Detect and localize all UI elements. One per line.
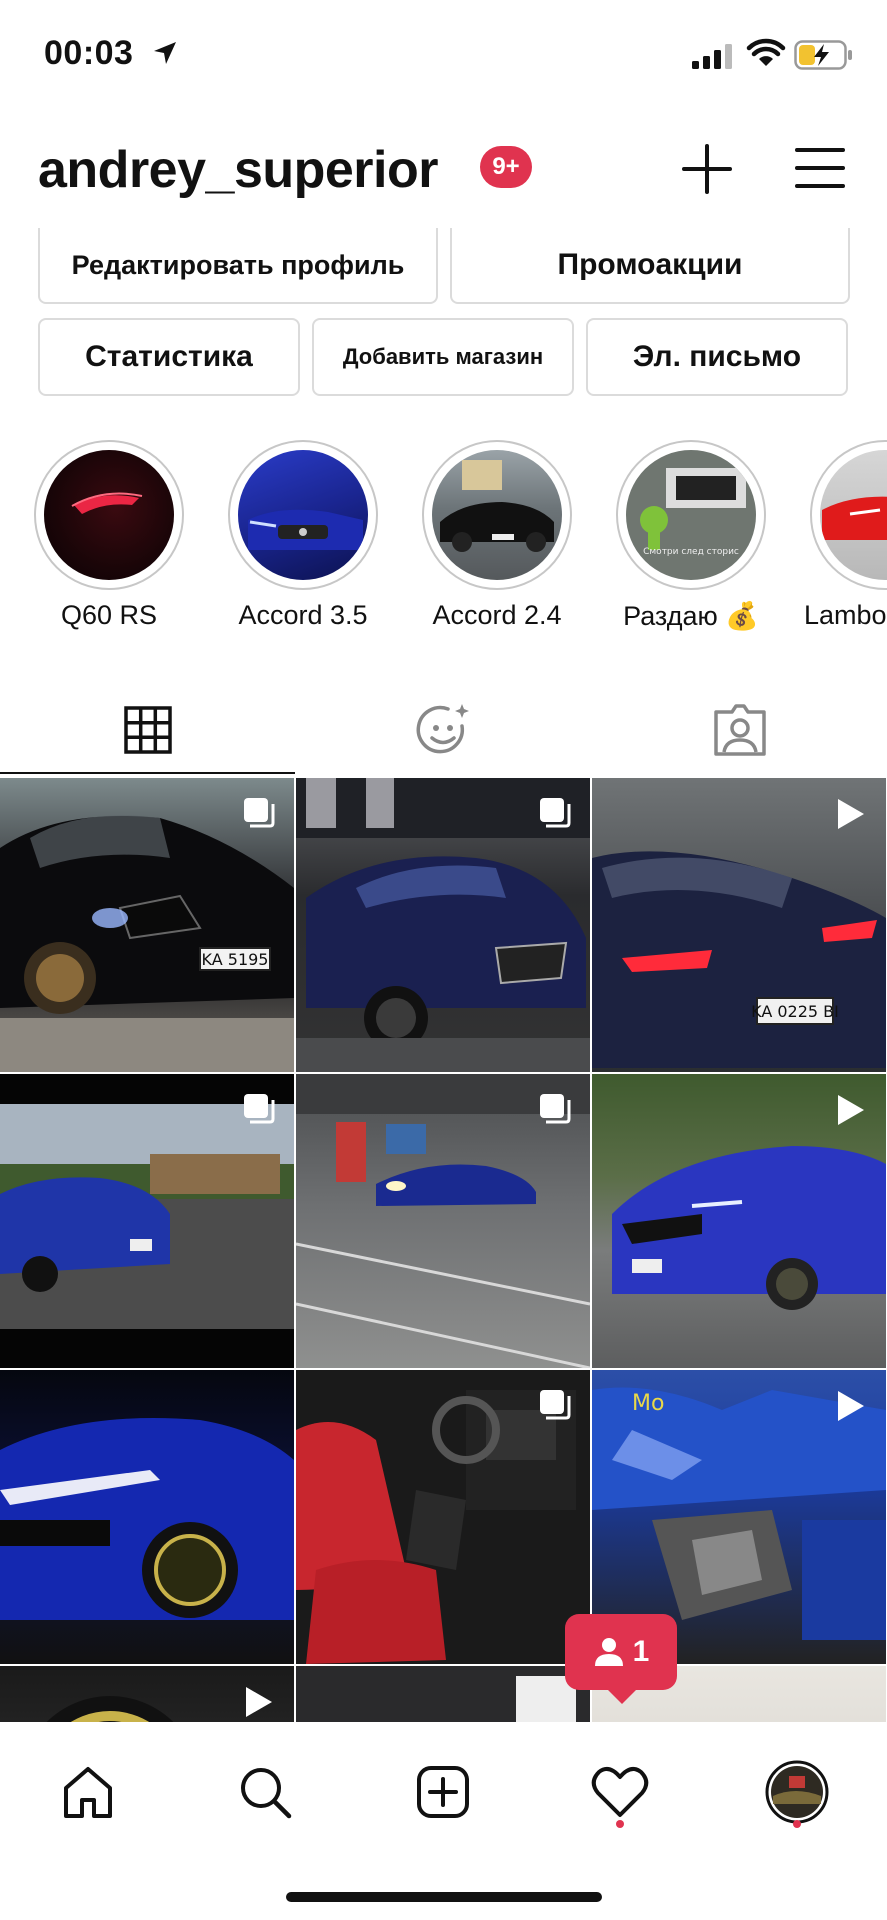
- video-play-icon: [246, 1687, 272, 1717]
- highlight-accord24[interactable]: Accord 2.4: [406, 440, 586, 640]
- new-followers-toast[interactable]: 1: [565, 1614, 677, 1690]
- nav-new-post[interactable]: [403, 1752, 483, 1832]
- toast-pointer: [606, 1688, 638, 1704]
- cellular-signal-icon: [692, 44, 732, 69]
- post-thumbnail[interactable]: [0, 1666, 294, 1728]
- bottom-navigation: [0, 1722, 887, 1920]
- highlight-giveaway[interactable]: Смотри след сторис Раздаю 💰: [600, 440, 780, 640]
- profile-avatar: [765, 1760, 829, 1824]
- username-title[interactable]: andrey_superior: [38, 140, 439, 200]
- highlight-ring: [34, 440, 184, 590]
- create-plus-icon[interactable]: [680, 142, 734, 196]
- add-shop-button[interactable]: Добавить магазин: [312, 318, 574, 396]
- tagged-person-icon: [714, 704, 766, 756]
- highlight-ring: [422, 440, 572, 590]
- highlight-label: Q60 RS: [60, 600, 158, 630]
- post-thumbnail[interactable]: KA 5195: [0, 778, 294, 1072]
- post-thumbnail[interactable]: [296, 1074, 590, 1368]
- blue-accord-night-image: [0, 1418, 294, 1620]
- multiple-photos-icon: [244, 1094, 275, 1124]
- post-thumbnail[interactable]: KA 0225 BI: [592, 778, 886, 1072]
- black-car-image: [440, 460, 554, 552]
- home-icon: [64, 1767, 112, 1818]
- highlight-ring: Смотри след сторис: [616, 440, 766, 590]
- highlight-image-text: Смотри след сторис: [643, 547, 739, 557]
- taillight-image: [71, 492, 143, 514]
- home-indicator: [286, 1892, 602, 1902]
- multiple-photos-icon: [540, 798, 571, 828]
- grid-icon: [124, 706, 172, 754]
- multiple-photos-icon: [540, 1390, 571, 1420]
- profile-header: andrey_superior 9+: [0, 128, 887, 218]
- highlight-label: Accord 3.5: [238, 600, 368, 630]
- profile-notification-dot: [793, 1820, 801, 1828]
- hamburger-menu-icon[interactable]: [794, 144, 846, 192]
- post-thumbnail[interactable]: [592, 1074, 886, 1368]
- red-car-image: [822, 496, 887, 540]
- person-icon: [594, 1638, 623, 1666]
- post-thumbnail[interactable]: [296, 1666, 590, 1728]
- add-post-icon: [417, 1766, 469, 1818]
- notifications-badge[interactable]: 9+: [480, 146, 532, 188]
- battery-charging-icon: [794, 40, 852, 70]
- post-thumbnail[interactable]: [0, 1370, 294, 1664]
- post-thumbnail[interactable]: [296, 778, 590, 1072]
- highlight-cover-image: [44, 450, 174, 580]
- active-tab-indicator: [0, 772, 295, 774]
- highlight-lambo[interactable]: Lambo: [794, 440, 887, 640]
- garage-sign-image: [516, 1676, 576, 1728]
- highlight-label: Раздаю 💰: [623, 601, 759, 631]
- highlight-label: Lambo: [804, 600, 887, 630]
- license-plate-text: KA 5195: [202, 950, 269, 969]
- svg-text:Mo: Mo: [632, 1391, 664, 1416]
- giveaway-image: Смотри след сторис: [640, 468, 746, 557]
- post-thumbnail[interactable]: [296, 1370, 590, 1664]
- highlight-cover-image: [238, 450, 368, 580]
- highlight-cover-image: [432, 450, 562, 580]
- statistics-button[interactable]: Статистика: [38, 318, 300, 396]
- heart-icon: [591, 1766, 649, 1817]
- story-highlights: Q60 RS Accord 3.5 Accord 2.4 Смотри след…: [0, 440, 887, 640]
- highlight-label: Accord 2.4: [432, 600, 562, 630]
- post-thumbnail[interactable]: [0, 1074, 294, 1368]
- highlight-cover-image: Смотри след сторис: [626, 450, 756, 580]
- highlight-cover-image: [820, 450, 887, 580]
- posts-grid: KA 5195 KA 0225 BI Mo: [0, 778, 887, 1728]
- edit-profile-button[interactable]: Редактировать профиль: [38, 228, 438, 304]
- new-followers-count: 1: [632, 1635, 650, 1668]
- blue-car-image: [248, 509, 363, 550]
- face-effects-icon: [416, 704, 469, 754]
- video-play-icon: [838, 1391, 864, 1421]
- tab-effects[interactable]: [296, 686, 592, 774]
- promotions-button[interactable]: Промоакции: [450, 228, 850, 304]
- highlight-q60rs[interactable]: Q60 RS: [18, 440, 198, 640]
- activity-notification-dot: [616, 1820, 624, 1828]
- tab-grid[interactable]: [0, 686, 296, 774]
- email-button[interactable]: Эл. письмо: [586, 318, 848, 396]
- location-arrow-icon: [154, 42, 176, 64]
- tab-tagged[interactable]: [592, 686, 887, 774]
- highlight-ring: [810, 440, 887, 590]
- nav-search[interactable]: [225, 1752, 305, 1832]
- profile-tabs: [0, 686, 887, 776]
- video-play-icon: [838, 1095, 864, 1125]
- video-play-icon: [838, 799, 864, 829]
- highlight-ring: [228, 440, 378, 590]
- multiple-photos-icon: [244, 798, 275, 828]
- status-time: 00:03: [44, 34, 134, 72]
- license-plate-text: KA 0225 BI: [751, 1002, 839, 1021]
- status-bar: 00:03: [0, 0, 887, 110]
- nav-home[interactable]: [48, 1752, 128, 1832]
- multiple-photos-icon: [540, 1094, 571, 1124]
- wifi-icon: [746, 38, 786, 66]
- highlight-accord35[interactable]: Accord 3.5: [212, 440, 392, 640]
- search-icon: [241, 1768, 292, 1819]
